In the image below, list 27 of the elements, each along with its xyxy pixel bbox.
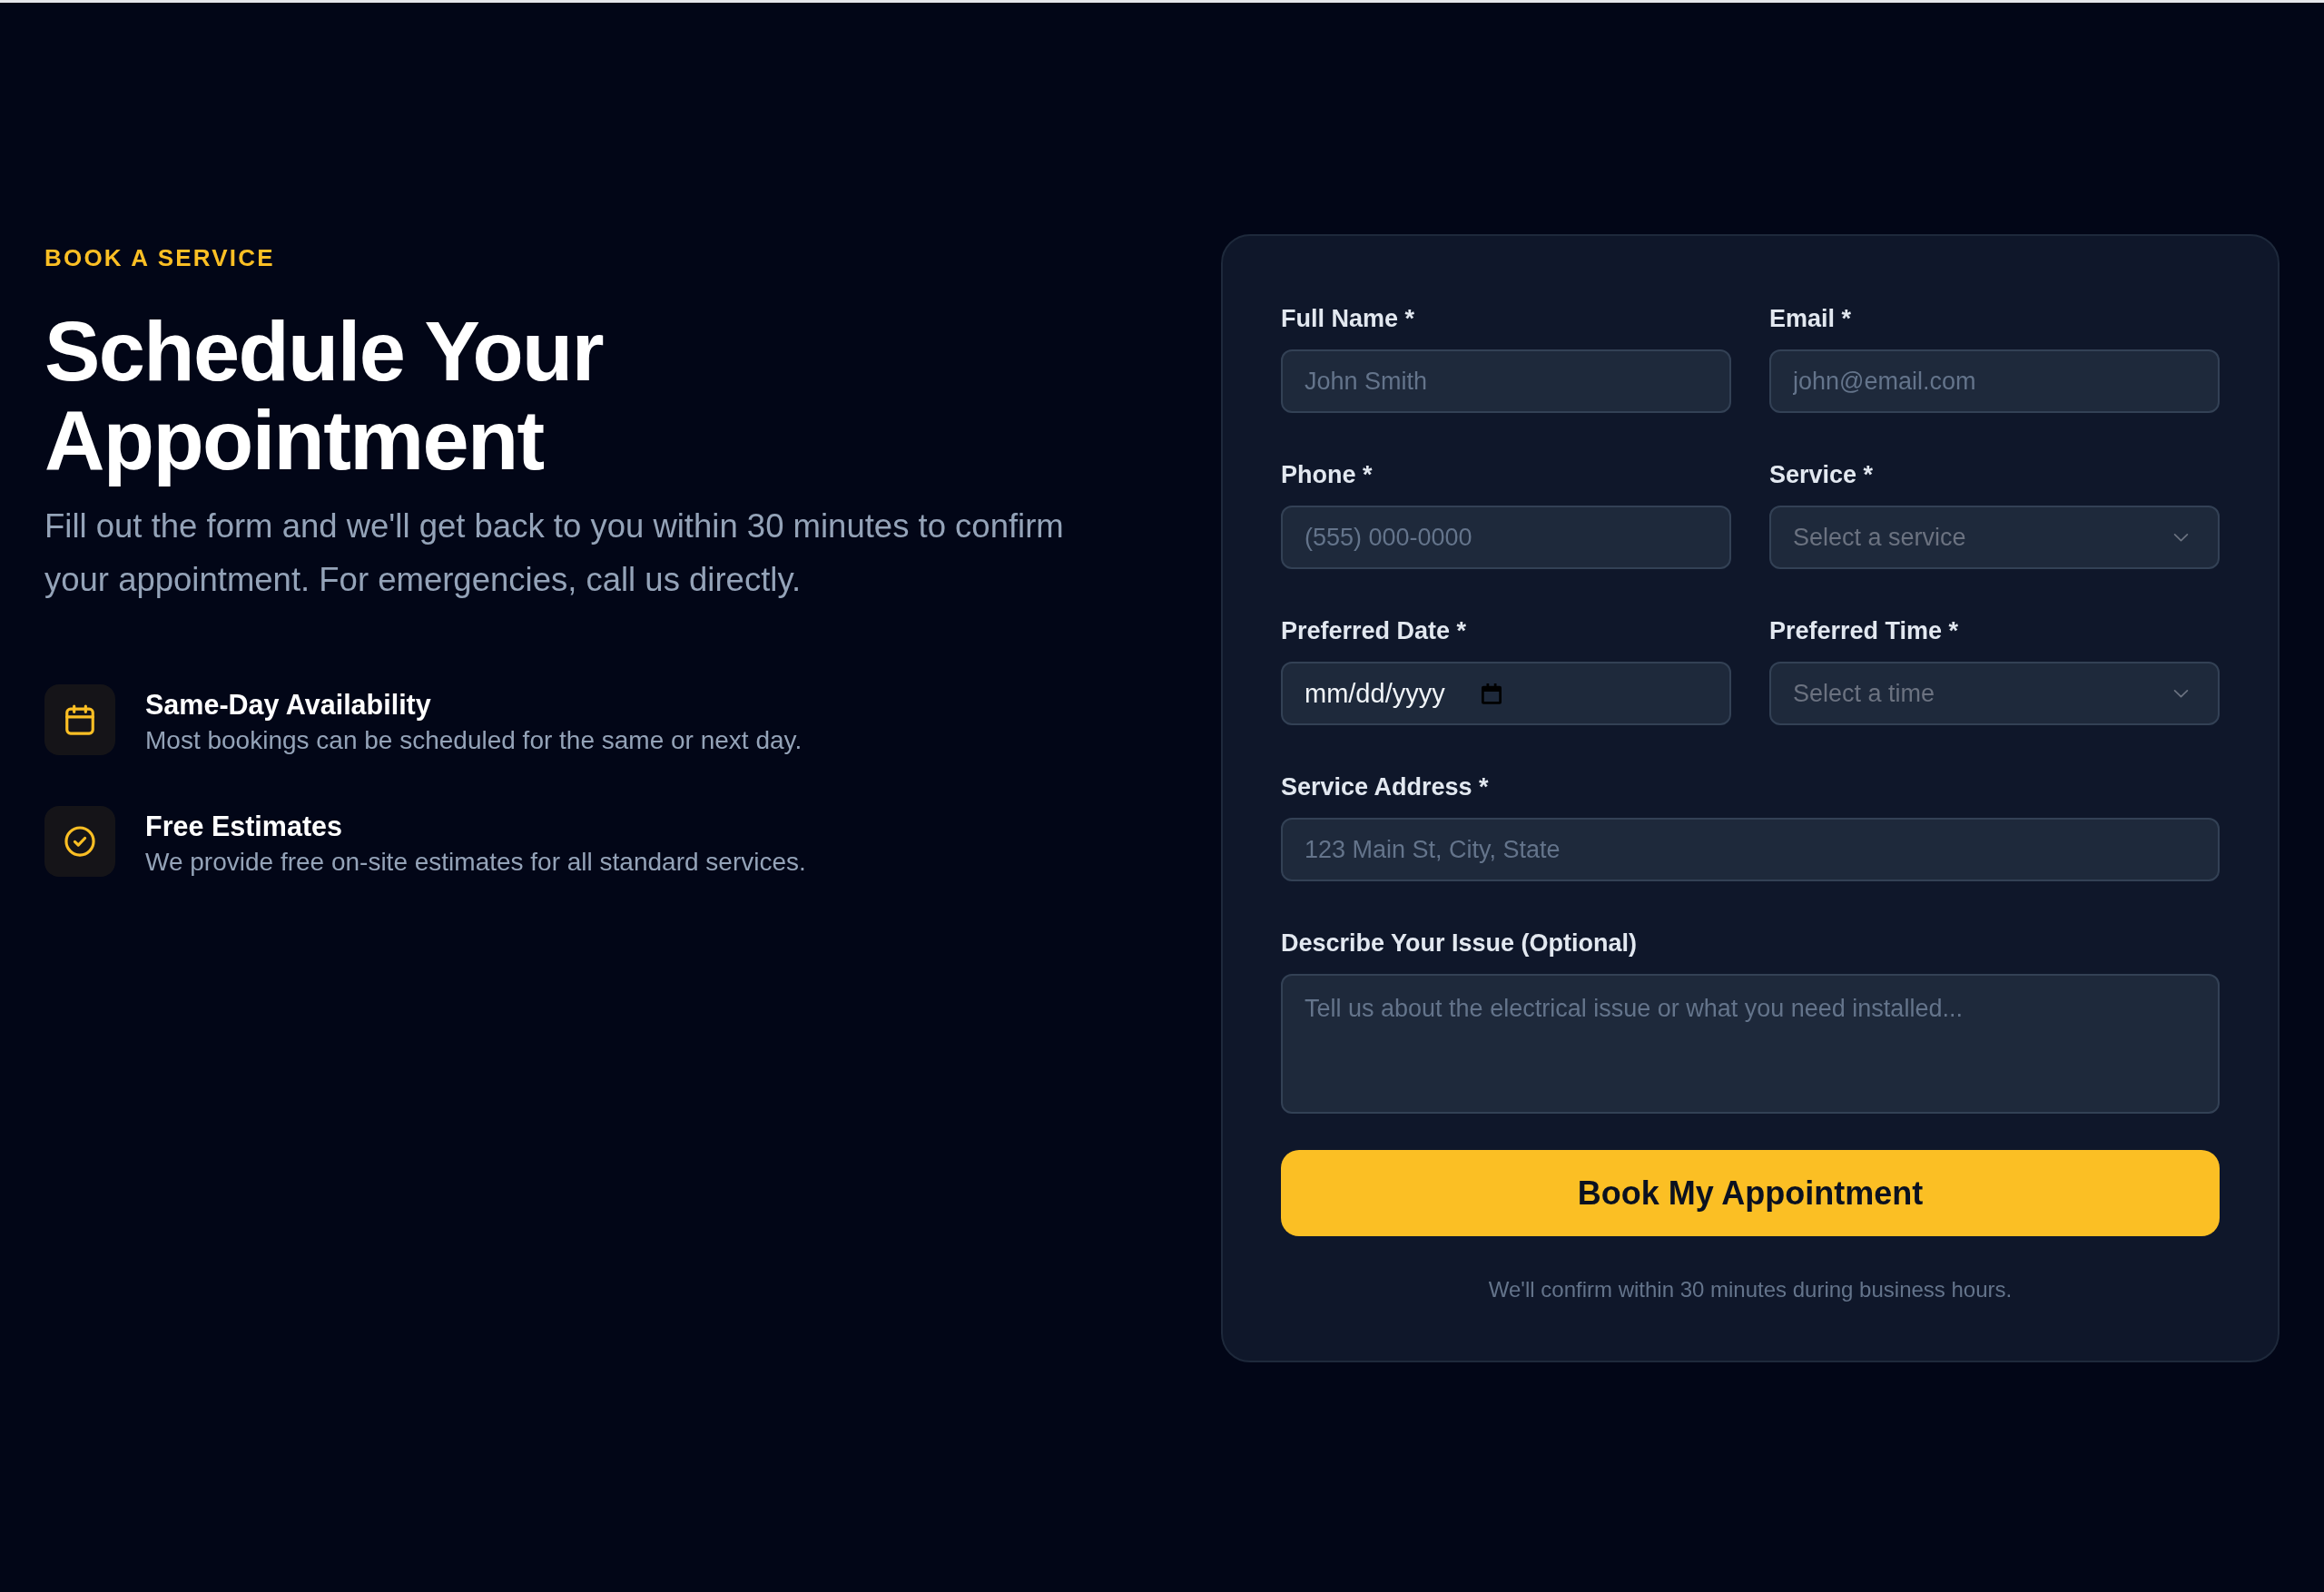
feature-title: Free Estimates: [145, 810, 342, 843]
calendar-icon[interactable]: [1481, 683, 1502, 704]
date-field[interactable]: mm/dd/yyyy: [1281, 662, 1731, 725]
input-field[interactable]: (555) 000-0000: [1281, 506, 1731, 569]
field-label: Phone *: [1281, 460, 1373, 490]
textarea-field[interactable]: Tell us about the electrical issue or what you need installed...: [1281, 974, 2220, 1114]
field-label: Describe Your Issue (Optional): [1281, 929, 1638, 958]
input-field[interactable]: John Smith: [1281, 349, 1731, 413]
page-heading: Schedule Your Appointment: [44, 307, 605, 485]
field-label: Email *: [1769, 304, 1852, 334]
field-label: Service *: [1769, 460, 1874, 490]
field-label: Preferred Time *: [1769, 616, 1959, 646]
field-label: Preferred Date *: [1281, 616, 1467, 646]
feature-description: We provide free on-site estimates for all standard services.: [145, 847, 806, 878]
submit-button[interactable]: Book My Appointment: [1281, 1150, 2220, 1236]
calendar-icon: [44, 684, 115, 755]
input-field[interactable]: 123 Main St, City, State: [1281, 818, 2220, 881]
section-eyebrow: BOOK A SERVICE: [44, 243, 275, 273]
field-label: Service Address *: [1281, 772, 1489, 802]
chevron-down-icon: [2173, 532, 2189, 543]
feature-description: Most bookings can be scheduled for the same or next day.: [145, 725, 803, 756]
chevron-down-icon: [2173, 688, 2189, 699]
intro-text: Fill out the form and we'll get back to you within 30 minutes to confirm your appointment. For emergencies, call us directly.: [44, 506, 1065, 600]
feature-title: Same-Day Availability: [145, 688, 431, 722]
input-field[interactable]: john@email.com: [1769, 349, 2220, 413]
form-note: We'll confirm within 30 minutes during business hours.: [1488, 1276, 2013, 1303]
field-label: Full Name *: [1281, 304, 1415, 334]
